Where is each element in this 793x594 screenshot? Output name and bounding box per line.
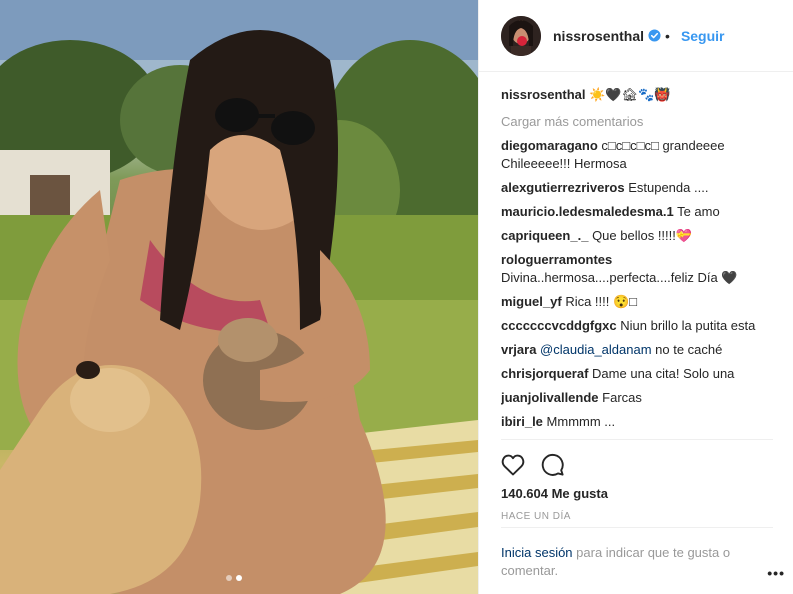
comment: vrjara @claudia_aldanam no te caché <box>501 341 779 359</box>
follow-button[interactable]: Seguir <box>681 28 725 44</box>
more-options-icon[interactable]: ••• <box>767 565 785 581</box>
comment: mauricio.ledesmaledesma.1 Te amo <box>501 203 779 221</box>
caption-username[interactable]: nissrosenthal <box>501 87 586 102</box>
comment-username[interactable]: capriqueen_._ <box>501 228 588 243</box>
comment-text: Farcas <box>602 390 642 405</box>
comment-username[interactable]: ibiri_le <box>501 414 543 429</box>
comment-username[interactable]: miguel_yf <box>501 294 562 309</box>
photo-illustration <box>0 0 478 594</box>
comment: capriqueen_._ Que bellos !!!!!💝 <box>501 227 779 245</box>
comment: rologuerramontes Divina..hermosa....perf… <box>501 251 779 287</box>
action-bar <box>501 440 773 486</box>
comment-text: Rica !!!! 😯□ <box>565 294 638 309</box>
login-link[interactable]: Inicia sesión <box>501 545 573 560</box>
comment-username[interactable]: juanjolivallende <box>501 390 599 405</box>
comment: miguel_yf Rica !!!! 😯□ <box>501 293 779 311</box>
likes-count[interactable]: 140.604 Me gusta <box>501 486 773 501</box>
comment-text: Te amo <box>677 204 720 219</box>
post-header: nissrosenthal • Seguir <box>479 0 793 72</box>
comment-text: Dame una cita! Solo una <box>592 366 735 381</box>
comment: alexgutierrezriveros Estupenda .... <box>501 179 779 197</box>
comments-list[interactable]: nissrosenthal ☀️🖤🏚🐾👹 Cargar más comentar… <box>501 84 779 439</box>
author-username[interactable]: nissrosenthal <box>553 28 644 44</box>
comment-text: Estupenda .... <box>628 180 709 195</box>
carousel-dot-active[interactable] <box>236 575 242 581</box>
comment-text: no te caché <box>651 342 723 357</box>
heart-icon[interactable] <box>501 454 525 476</box>
comment: diegomaragano c□c□c□c□ grandeeee Chileee… <box>501 137 779 173</box>
comment-text: Divina..hermosa....perfecta....feliz Día… <box>501 270 738 285</box>
comment-username[interactable]: diegomaragano <box>501 138 598 153</box>
avatar[interactable] <box>501 15 541 56</box>
comment-text: Mmmmm ... <box>546 414 616 429</box>
comment: cccccccvcddgfgxc Niun brillo la putita e… <box>501 317 779 335</box>
comment: ibiri_le Mmmmm ... <box>501 413 779 431</box>
carousel-indicator <box>226 575 242 581</box>
post-actions-section: 140.604 Me gusta Hace un día <box>501 439 773 522</box>
comment-username[interactable]: alexgutierrezriveros <box>501 180 625 195</box>
login-prompt: Inicia sesión para indicar que te gusta … <box>501 527 773 580</box>
header-separator: • <box>665 27 670 44</box>
post-photo[interactable] <box>0 0 478 594</box>
comment: juanjolivallende Farcas <box>501 389 779 407</box>
comment-username[interactable]: rologuerramontes <box>501 252 612 267</box>
comment-username[interactable]: vrjara <box>501 342 536 357</box>
comment-text: Niun brillo la putita esta <box>620 318 756 333</box>
post-caption: nissrosenthal ☀️🖤🏚🐾👹 <box>501 86 779 104</box>
carousel-dot[interactable] <box>226 575 232 581</box>
comment-text: Que bellos !!!!!💝 <box>592 228 693 243</box>
load-more-comments-button[interactable]: Cargar más comentarios <box>501 113 779 131</box>
caption-text: ☀️🖤🏚🐾👹 <box>589 87 671 102</box>
comment: chrisjorqueraf Dame una cita! Solo una <box>501 365 779 383</box>
comment-mention[interactable]: @claudia_aldanam <box>540 342 652 357</box>
comment-username[interactable]: mauricio.ledesmaledesma.1 <box>501 204 674 219</box>
post-timestamp[interactable]: Hace un día <box>501 511 773 522</box>
verified-badge-icon <box>648 29 661 42</box>
comment-bubble-icon[interactable] <box>541 453 565 477</box>
post-sidebar: nissrosenthal • Seguir nissrosenthal ☀️🖤… <box>478 0 793 594</box>
comment-username[interactable]: chrisjorqueraf <box>501 366 588 381</box>
comment-username[interactable]: cccccccvcddgfgxc <box>501 318 617 333</box>
